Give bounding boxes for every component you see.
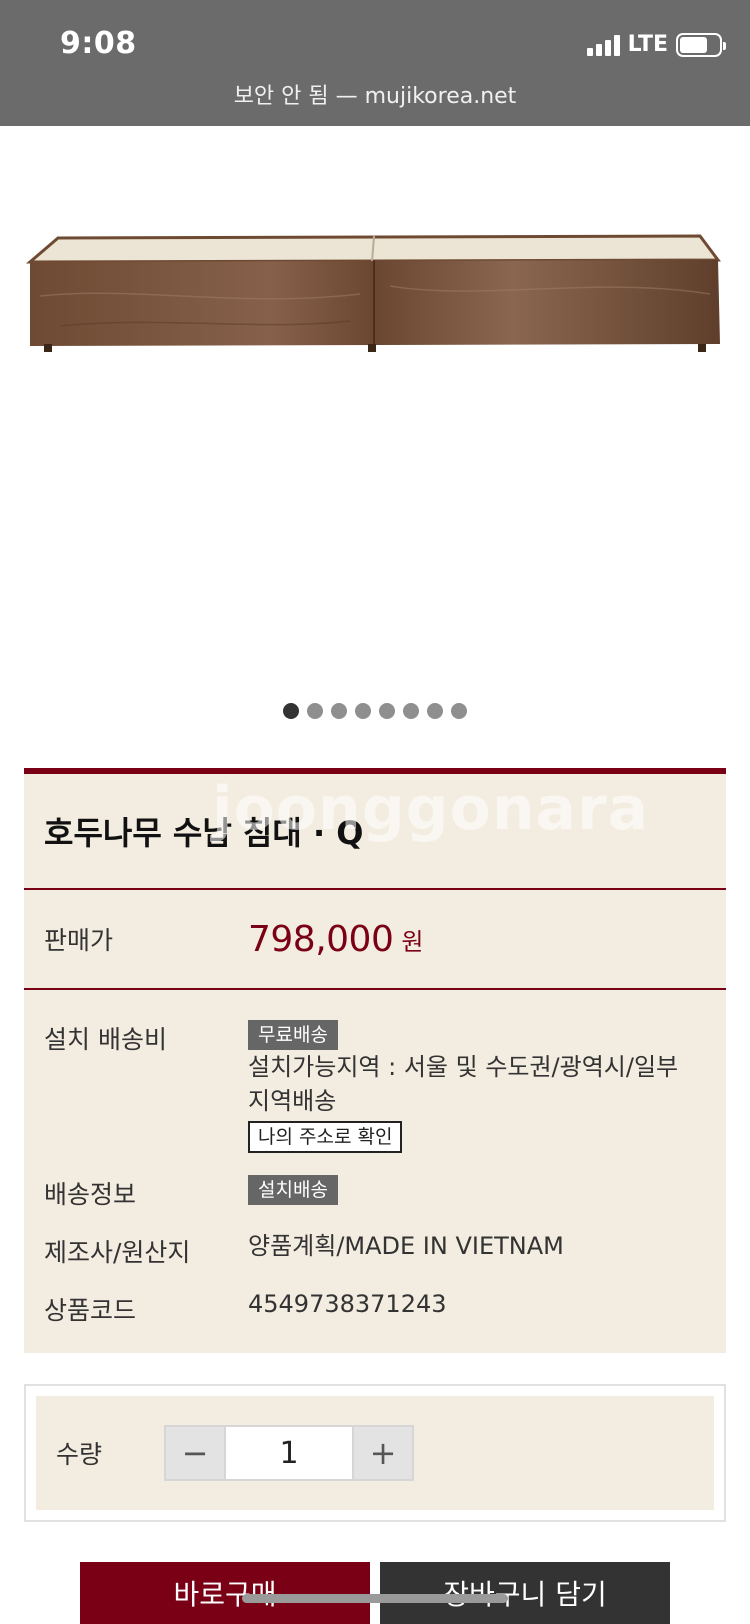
carousel-dot[interactable] [379,703,395,719]
url-bar[interactable]: 보안 안 됨 — mujikorea.net [0,78,750,110]
quantity-input[interactable]: 1 [224,1427,354,1479]
delivery-info-row: 배송정보 설치배송 [44,1171,706,1211]
price-row: 판매가 798,000 원 [24,890,726,990]
watermark: joonggonara [212,774,650,844]
status-time: 9:08 [60,26,137,61]
product-code-label: 상품코드 [44,1296,137,1325]
signal-icon [586,34,620,56]
minus-button[interactable]: − [166,1427,224,1479]
maker-label: 제조사/원산지 [44,1238,191,1267]
shipping-fee-label: 설치 배송비 [44,1025,167,1054]
bed-image [25,234,721,352]
plus-button[interactable]: + [354,1427,412,1479]
quantity-stepper: − 1 + [164,1425,414,1481]
carousel-dot[interactable] [331,703,347,719]
check-address-button[interactable]: 나의 주소로 확인 [248,1121,403,1153]
add-to-cart-button[interactable]: 장바구니 담기 [380,1562,670,1624]
delivery-label: 배송정보 [44,1180,137,1209]
install-area-text: 설치가능지역 : 서울 및 수도권/광역시/일부 지역배송 [248,1053,679,1115]
carousel-dot[interactable] [355,703,371,719]
network-type: LTE [627,32,668,57]
product-code-value: 4549738371243 [248,1290,447,1318]
product-image[interactable] [0,126,750,686]
browser-top-bar: 9:08 LTE 보안 안 됨 — mujikorea.net [0,0,750,126]
maker-row: 제조사/원산지 양품계획/MADE IN VIETNAM [44,1229,706,1269]
carousel-dot[interactable] [283,703,299,719]
battery-icon [676,32,726,57]
quantity-label: 수량 [56,1440,103,1469]
price-value: 798,000 [248,918,394,960]
home-indicator[interactable] [242,1594,508,1603]
carousel-dot[interactable] [451,703,467,719]
product-details: 설치 배송비 무료배송 설치가능지역 : 서울 및 수도권/광역시/일부 지역배… [24,990,726,1353]
maker-value: 양품계획/MADE IN VIETNAM [248,1232,564,1260]
carousel-dot[interactable] [307,703,323,719]
price-label: 판매가 [44,926,114,955]
quantity-box: 수량 − 1 + [24,1384,726,1522]
carousel-dot[interactable] [427,703,443,719]
install-delivery-badge: 설치배송 [248,1175,338,1205]
buy-now-button[interactable]: 바로구매 [80,1562,370,1624]
status-indicators: LTE [586,32,726,57]
currency: 원 [401,927,424,956]
product-info-panel: joonggonara 호두나무 수납 침대 · Q 판매가 798,000 원… [24,768,726,1353]
free-shipping-badge: 무료배송 [248,1020,338,1050]
image-carousel-dots [0,703,750,719]
shipping-fee-row: 설치 배송비 무료배송 설치가능지역 : 서울 및 수도권/광역시/일부 지역배… [44,1016,706,1153]
product-title-row: joonggonara 호두나무 수납 침대 · Q [24,774,726,890]
product-code-row: 상품코드 4549738371243 [44,1287,706,1327]
carousel-dot[interactable] [403,703,419,719]
